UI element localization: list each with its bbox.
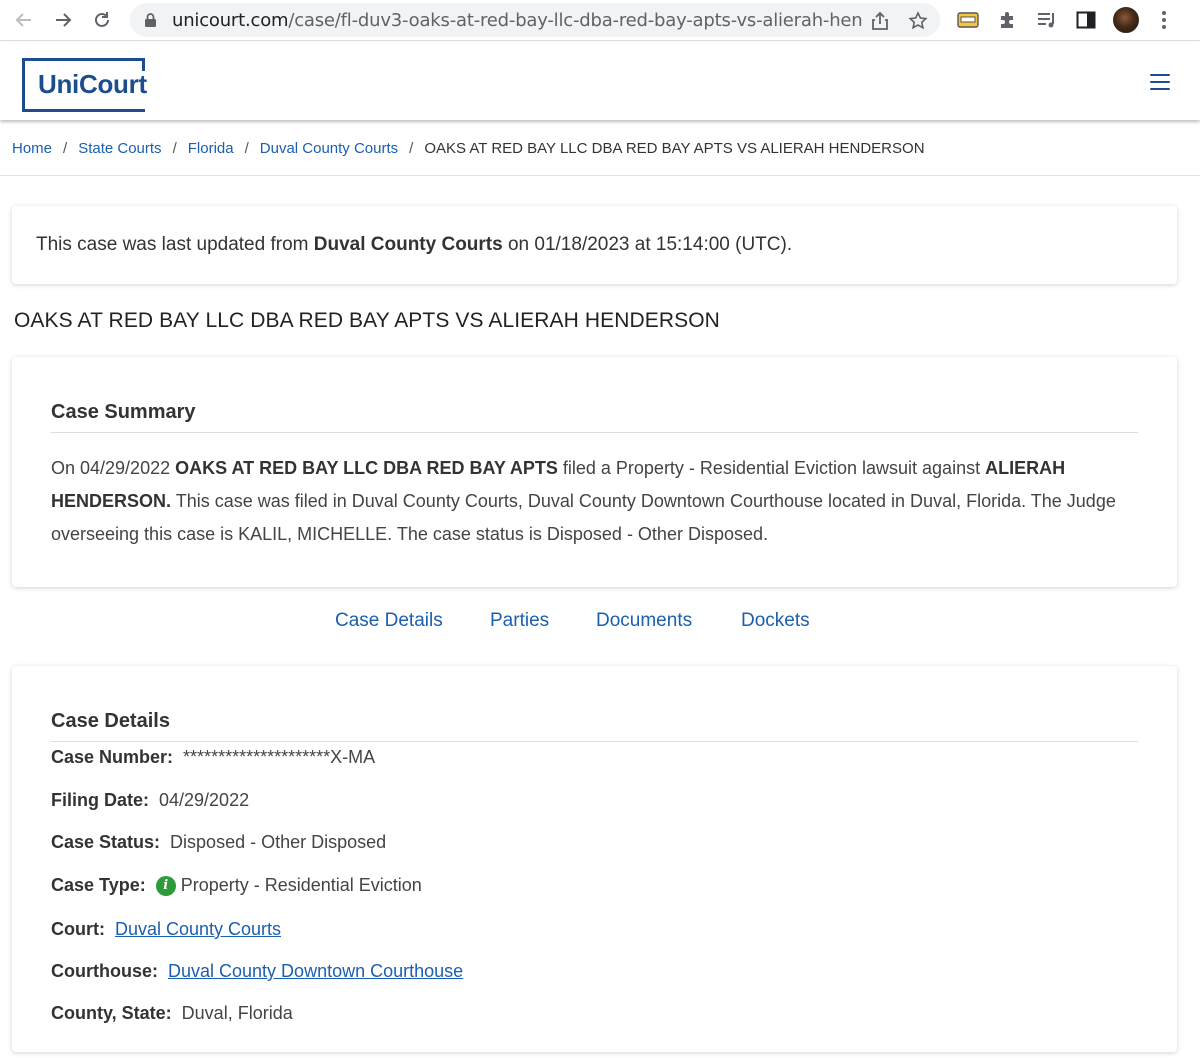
breadcrumb-separator: / (172, 140, 177, 157)
case-type-label: Case Type: (51, 875, 146, 895)
court-link[interactable]: Duval County Courts (115, 919, 281, 940)
case-number-value: *********************X-MA (183, 747, 376, 767)
side-panel-icon[interactable] (1072, 6, 1100, 34)
update-prefix: This case was last updated from (36, 234, 309, 255)
update-court: Duval County Courts (313, 234, 503, 255)
address-bar[interactable]: unicourt.com/case/fl-duv3-oaks-at-red-ba… (130, 3, 940, 37)
case-details-heading: Case Details (51, 710, 170, 732)
forward-arrow-icon (56, 13, 72, 27)
extensions-puzzle-icon[interactable] (994, 6, 1022, 34)
breadcrumb-separator: / (409, 140, 414, 157)
unicourt-logo[interactable]: UniCourt (22, 58, 147, 112)
summary-date-text: On 04/29/2022 (51, 458, 171, 478)
breadcrumb-current: OAKS AT RED BAY LLC DBA RED BAY APTS VS … (424, 140, 925, 157)
update-notice-card: This case was last updated from Duval Co… (12, 206, 1177, 284)
case-type-row: Case Type: i Property - Residential Evic… (51, 875, 422, 896)
breadcrumb: Home / State Courts / Florida / Duval Co… (0, 122, 1200, 176)
forward-button[interactable] (49, 6, 77, 34)
breadcrumb-separator: / (244, 140, 249, 157)
profile-avatar[interactable] (1112, 6, 1140, 34)
summary-details-text: This case was filed in Duval County Cour… (51, 491, 1116, 544)
tab-parties[interactable]: Parties (490, 610, 549, 632)
breadcrumb-state-courts[interactable]: State Courts (78, 140, 161, 157)
courthouse-row: Courthouse: Duval County Downtown Courth… (51, 961, 463, 982)
divider (51, 432, 1138, 433)
filing-date-value: 04/29/2022 (159, 790, 250, 810)
breadcrumb-duval-county-courts[interactable]: Duval County Courts (260, 140, 398, 157)
case-summary-heading: Case Summary (51, 401, 196, 423)
county-state-label: County, State: (51, 1003, 172, 1023)
update-notice-text: This case was last updated from Duval Co… (36, 234, 792, 256)
summary-plaintiff: OAKS AT RED BAY LLC DBA RED BAY APTS (175, 458, 558, 478)
filing-date-label: Filing Date: (51, 790, 149, 810)
breadcrumb-florida[interactable]: Florida (188, 140, 234, 157)
summary-filing-text: filed a Property - Residential Eviction … (562, 458, 981, 478)
tab-dockets[interactable]: Dockets (741, 610, 810, 632)
courthouse-link[interactable]: Duval County Downtown Courthouse (168, 961, 463, 982)
url-text: unicourt.com/case/fl-duv3-oaks-at-red-ba… (172, 10, 862, 31)
page-title: OAKS AT RED BAY LLC DBA RED BAY APTS VS … (14, 309, 720, 332)
info-icon[interactable]: i (155, 875, 176, 896)
case-number-row: Case Number: *********************X-MA (51, 747, 375, 768)
reload-icon (95, 12, 109, 27)
case-status-value: Disposed - Other Disposed (170, 832, 387, 852)
court-row: Court: Duval County Courts (51, 919, 281, 940)
case-status-label: Case Status: (51, 832, 161, 852)
back-button[interactable] (10, 6, 38, 34)
filing-date-row: Filing Date: 04/29/2022 (51, 790, 249, 811)
extension-card-icon[interactable] (954, 6, 982, 34)
case-number-label: Case Number: (51, 747, 174, 767)
breadcrumb-separator: / (63, 140, 68, 157)
browser-menu-icon[interactable] (1150, 6, 1178, 34)
case-details-card: Case Details Case Number: **************… (12, 666, 1177, 1052)
court-label: Court: (51, 919, 105, 939)
logo-text: UniCourt (38, 69, 147, 99)
case-status-row: Case Status: Disposed - Other Disposed (51, 832, 386, 853)
media-control-icon[interactable] (1033, 6, 1061, 34)
tab-case-details[interactable]: Case Details (335, 610, 443, 632)
reload-button[interactable] (88, 6, 116, 34)
section-tabs: Case Details Parties Documents Dockets (0, 610, 1200, 640)
county-state-row: County, State: Duval, Florida (51, 1003, 293, 1024)
case-summary-text: On 04/29/2022 OAKS AT RED BAY LLC DBA RE… (51, 452, 1141, 551)
lock-icon (144, 12, 157, 33)
bookmark-star-icon[interactable] (906, 9, 930, 33)
hamburger-menu-icon[interactable] (1150, 74, 1170, 90)
update-suffix: on 01/18/2023 at 15:14:00 (UTC). (507, 234, 793, 255)
divider (51, 741, 1138, 742)
browser-toolbar: unicourt.com/case/fl-duv3-oaks-at-red-ba… (0, 0, 1200, 41)
case-type-value: Property - Residential Eviction (180, 875, 422, 895)
case-summary-card: Case Summary On 04/29/2022 OAKS AT RED B… (12, 357, 1177, 587)
county-state-value: Duval, Florida (181, 1003, 293, 1023)
courthouse-label: Courthouse: (51, 961, 158, 981)
share-icon[interactable] (868, 9, 892, 33)
tab-documents[interactable]: Documents (596, 610, 692, 632)
avatar (1113, 7, 1139, 33)
back-arrow-icon (15, 13, 31, 27)
breadcrumb-home[interactable]: Home (12, 140, 52, 157)
site-header: UniCourt (0, 42, 1200, 120)
